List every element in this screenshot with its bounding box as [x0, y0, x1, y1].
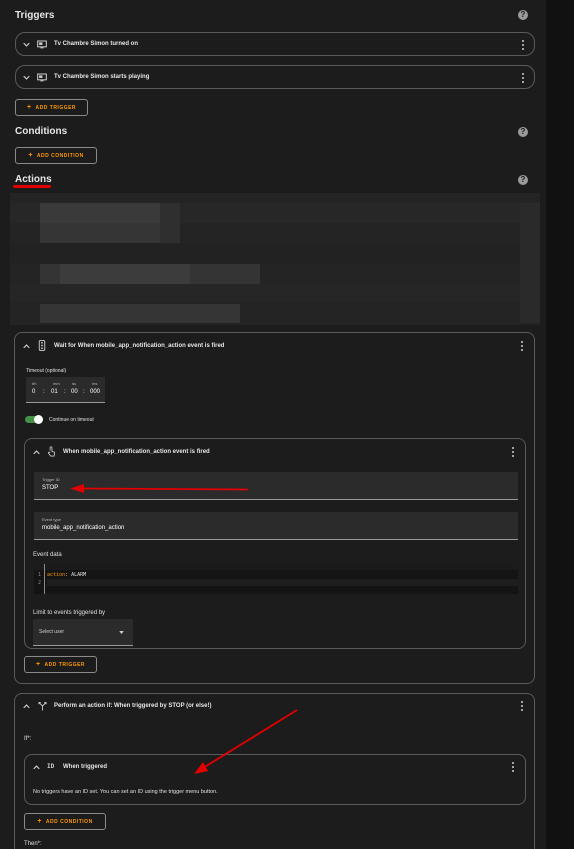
annotation-arrow-trigger-id [70, 484, 249, 493]
automation-editor: Triggers ? Tv Chambre Simon turned on Tv… [0, 0, 546, 849]
annotation-arrow-when-triggered [194, 709, 298, 774]
annotation-arrows [70, 484, 298, 774]
